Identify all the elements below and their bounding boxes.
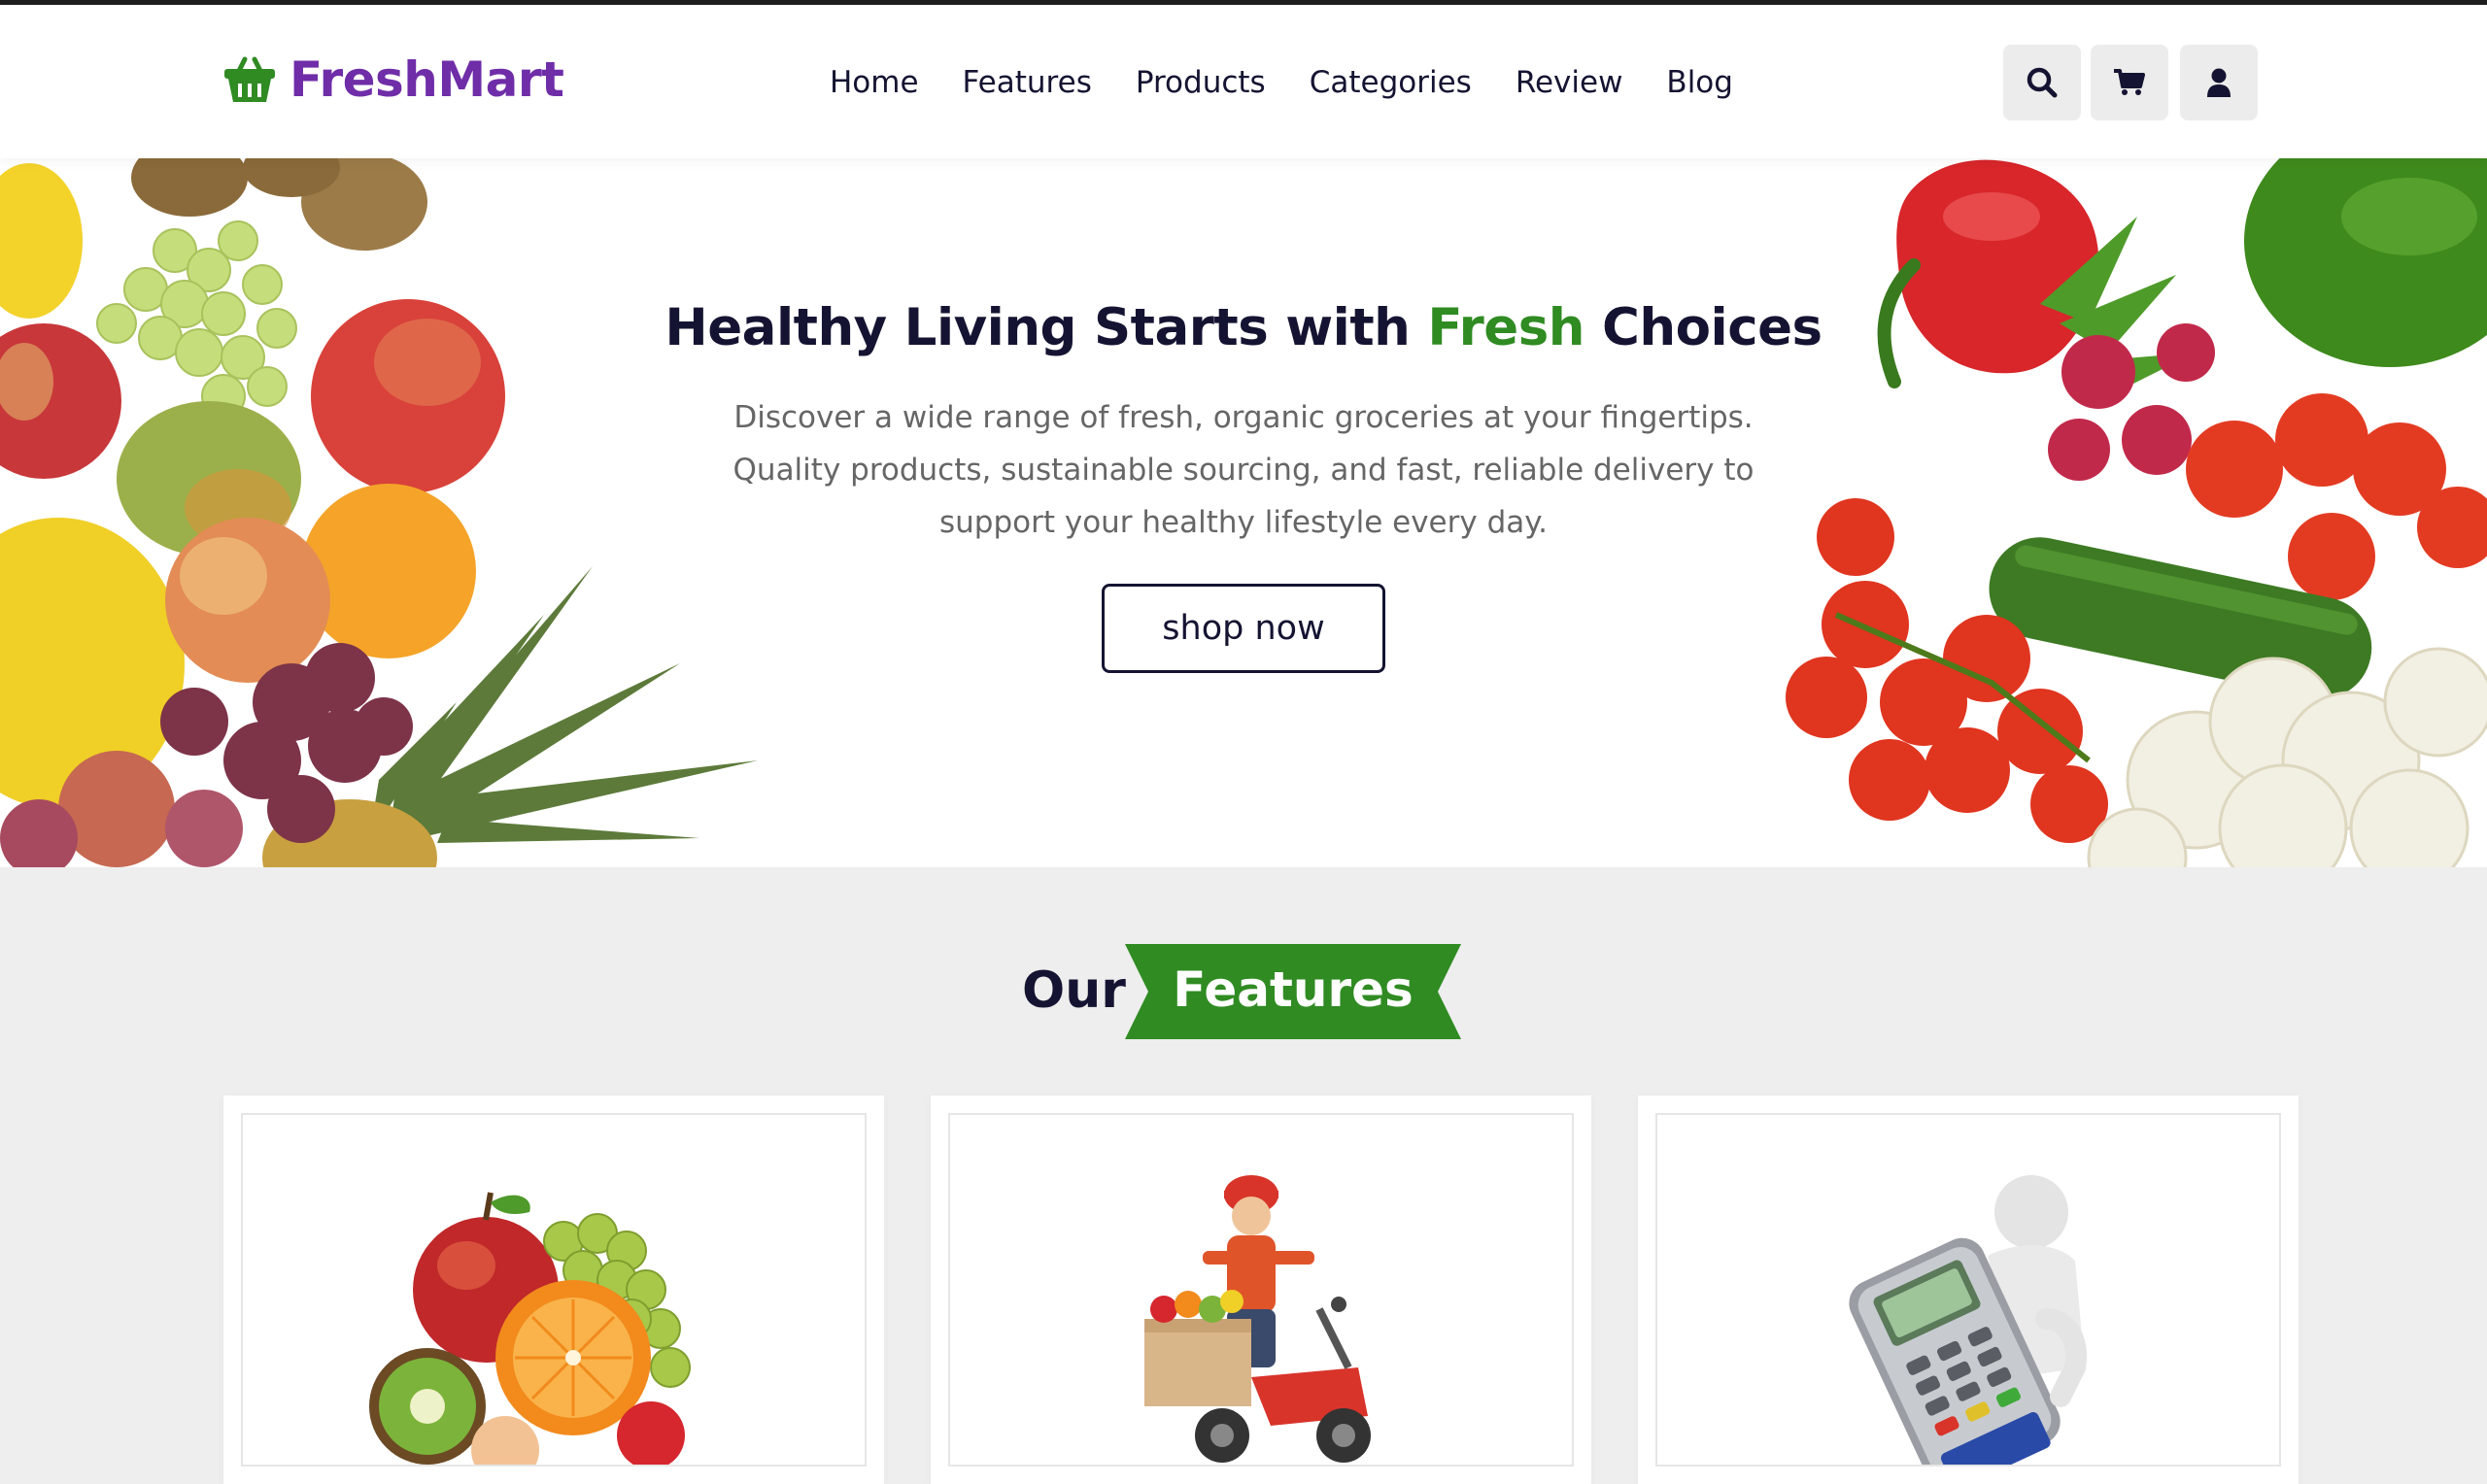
user-icon (2207, 68, 2231, 97)
features-heading: Our Features (0, 944, 2487, 1041)
main-nav: Home Features Products Categories Review… (830, 65, 1777, 100)
cart-icon (2114, 69, 2145, 95)
nav-home[interactable]: Home (830, 65, 919, 100)
fruit-arrangement-image (0, 158, 758, 867)
nav-review[interactable]: Review (1516, 65, 1623, 100)
nav-blog[interactable]: Blog (1666, 65, 1733, 100)
hero-title-part2: Choices (1584, 298, 1823, 357)
feature-card-delivery[interactable] (931, 1096, 1591, 1484)
cart-button[interactable] (2091, 45, 2168, 120)
feature-card-fresh[interactable] (223, 1096, 884, 1484)
feature-card-frame (948, 1113, 1574, 1467)
delivery-scooter-image (1144, 1175, 1371, 1463)
features-heading-prefix: Our (1022, 961, 1126, 1020)
search-icon (2027, 67, 2058, 98)
hero-title-highlight: Fresh (1427, 298, 1585, 357)
shop-now-button[interactable]: shop now (1102, 584, 1385, 673)
site-header: FreshMart Home Features Products Categor… (0, 5, 2487, 158)
user-button[interactable] (2180, 45, 2258, 120)
brand-name: FreshMart (290, 51, 564, 108)
card-payment-terminal-image (1849, 1175, 2087, 1465)
hero-title: Healthy Living Starts with Fresh Choices (0, 298, 2487, 357)
brand-logo[interactable]: FreshMart (221, 51, 564, 108)
feature-card-frame (1655, 1113, 2281, 1467)
nav-products[interactable]: Products (1136, 65, 1266, 100)
hero-section: Healthy Living Starts with Fresh Choices… (0, 158, 2487, 867)
nav-categories[interactable]: Categories (1310, 65, 1472, 100)
features-heading-highlight: Features (1173, 961, 1414, 1018)
hero-description: Discover a wide range of fresh, organic … (732, 400, 1755, 540)
feature-card-frame (241, 1113, 867, 1467)
nav-features[interactable]: Features (963, 65, 1092, 100)
search-button[interactable] (2003, 45, 2081, 120)
feature-card-payment[interactable] (1638, 1096, 2299, 1484)
vegetable-arrangement-image (1786, 158, 2487, 867)
hero-title-part1: Healthy Living Starts with (664, 298, 1428, 357)
fresh-fruits-image (369, 1192, 691, 1465)
basket-icon (224, 56, 275, 102)
features-cards (223, 1096, 2299, 1484)
